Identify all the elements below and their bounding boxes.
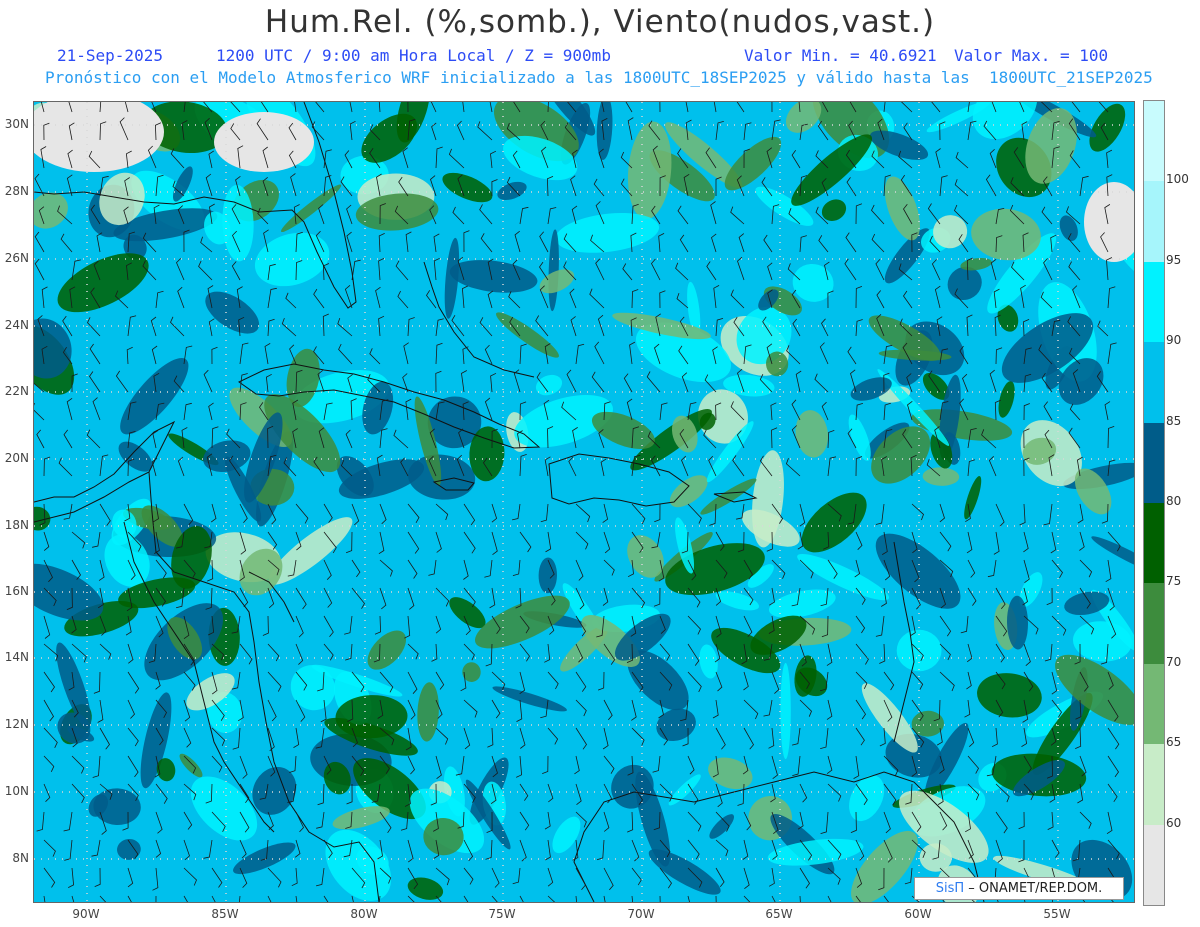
credit-box: SisΠ – ONAMET/REP.DOM. [914,877,1124,900]
map-title: Hum.Rel. (%,somb.), Viento(nudos,vast.) [264,4,936,40]
lon-label: 65W [765,907,793,921]
legend-swatch [1144,744,1164,825]
legend-label: 70 [1166,654,1182,669]
lat-label: 28N [4,184,29,198]
legend-label: 80 [1166,494,1182,508]
lat-label: 14N [4,650,29,664]
legend-label: 75 [1166,574,1182,589]
sispi-logo-text: SisΠ [935,881,965,896]
legend-swatch [1144,824,1164,905]
dry-area [214,112,314,172]
legend-label: 95 [1166,252,1182,267]
legend-label: 65 [1166,735,1182,750]
lon-label: 70W [627,907,655,921]
lat-label: 16N [4,584,29,598]
lat-label: 20N [4,451,29,465]
value-max: Valor Max. = 100 [954,46,1109,65]
legend-swatch [1144,181,1164,262]
lat-label: 12N [4,717,29,731]
forecast-date: 21-Sep-2025 [57,46,163,65]
legend-swatch [1144,101,1164,182]
lat-label: 30N [4,117,29,131]
lat-label: 10N [4,784,29,798]
color-legend [1143,100,1165,906]
credit-text: – ONAMET/REP.DOM. [968,881,1103,896]
forecast-time: 1200 UTC / 9:00 am Hora Local / Z = 900m… [216,46,611,65]
legend-label: 100 [1166,172,1189,187]
lat-label: 18N [4,518,29,532]
legend-swatch [1144,663,1164,745]
model-info: Pronóstico con el Modelo Atmosferico WRF… [45,68,1153,87]
legend-label: 85 [1166,413,1182,428]
legend-label: 90 [1166,333,1182,348]
legend-swatch [1144,583,1164,664]
lat-label: 8N [12,851,29,865]
lon-label: 85W [211,907,239,921]
lon-label: 60W [904,907,932,921]
humidity-wind-map [33,101,1135,903]
legend-swatch [1144,261,1164,343]
lon-label: 55W [1043,907,1071,921]
lon-label: 80W [350,907,378,921]
lon-label: 75W [488,907,516,921]
lon-label: 90W [72,907,100,921]
humidity-patch [780,662,791,760]
lat-label: 24N [4,318,29,332]
legend-swatch [1144,422,1164,503]
legend-swatch [1144,503,1164,584]
lat-label: 26N [4,251,29,265]
value-min: Valor Min. = 40.6921 [744,46,937,65]
legend-swatch [1144,342,1164,423]
legend-label: 60 [1166,815,1182,830]
lat-label: 22N [4,384,29,398]
